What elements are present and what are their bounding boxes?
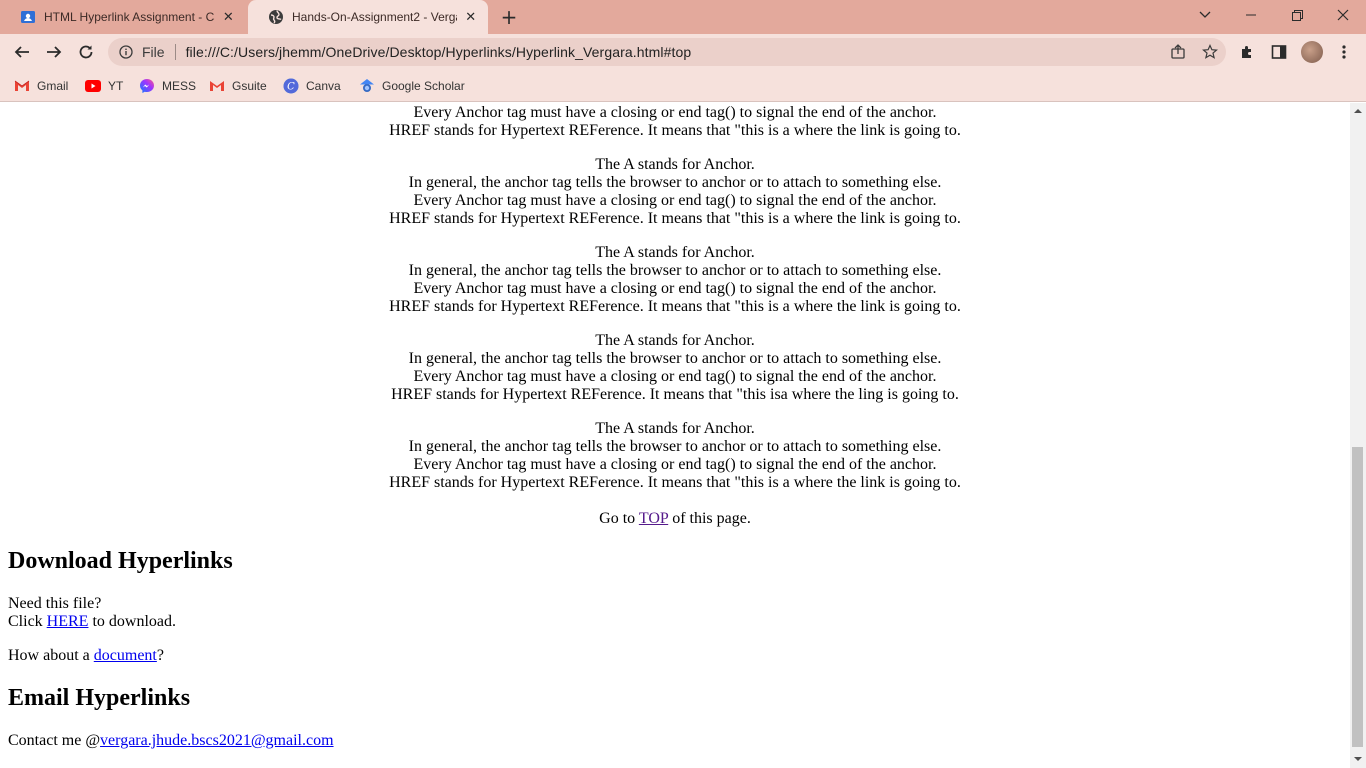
email-link[interactable]: vergara.jhude.bscs2021@gmail.com [100,732,334,749]
side-panel-icon[interactable] [1269,42,1289,62]
info-icon[interactable] [118,44,134,60]
paragraph-line: Every Anchor tag must have a closing or … [413,104,937,121]
tab-title: Hands-On-Assignment2 - Vergara [292,10,458,24]
extensions-puzzle-icon[interactable] [1237,42,1257,62]
scholar-icon [359,78,375,94]
anchor-paragraph: The A stands for Anchor. In general, the… [0,244,1350,316]
globe-icon [268,9,284,25]
new-tab-button[interactable]: + [497,7,521,27]
bookmark-mess[interactable]: MESS [139,77,196,95]
url-text[interactable]: file:///C:/Users/jhemm/OneDrive/Desktop/… [186,44,692,60]
paragraph-line: The A stands for Anchor. [595,332,755,349]
paragraph-line: The A stands for Anchor. [595,244,755,261]
anchor-paragraph: The A stands for Anchor. In general, the… [0,332,1350,404]
reload-icon[interactable] [72,38,100,66]
profile-avatar[interactable] [1301,41,1323,63]
document-suffix: ? [156,647,164,664]
download-hyperlinks-heading: Download Hyperlinks [8,548,233,574]
document-prefix: How about a [8,647,90,664]
paragraph-line: The A stands for Anchor. [595,420,755,437]
paragraph-line: HREF stands for Hypertext REFerence. It … [389,210,961,227]
youtube-icon [85,78,101,94]
bookmark-gsuite[interactable]: Gsuite [209,77,267,95]
need-file-text: Need this file? [8,595,102,612]
tab-strip: HTML Hyperlink Assignment - CS ✕ Hands-O… [0,0,1366,34]
paragraph-line: In general, the anchor tag tells the bro… [408,262,942,279]
bookmark-label: Google Scholar [382,79,465,93]
tab-hands-on-assignment2[interactable]: Hands-On-Assignment2 - Vergara ✕ [248,0,488,34]
paragraph-line: HREF stands for Hypertext REFerence. It … [391,386,959,403]
tab-html-hyperlink-assignment[interactable]: HTML Hyperlink Assignment - CS ✕ [0,0,246,34]
divider [174,44,176,60]
bookmark-canva[interactable]: C Canva [283,77,341,95]
close-tab-icon[interactable]: ✕ [463,9,478,25]
bookmark-label: Canva [306,79,341,93]
anchor-paragraph: The A stands for Anchor. In general, the… [0,156,1350,228]
contact-prefix: Contact me @ [8,732,101,749]
scroll-up-arrow-icon[interactable] [1354,107,1362,115]
paragraph-line: HREF stands for Hypertext REFerence. It … [389,474,961,491]
classroom-icon [20,9,36,25]
restore-icon[interactable] [1274,0,1320,30]
paragraph-line: In general, the anchor tag tells the bro… [408,438,942,455]
bookmark-label: MESS [162,79,197,93]
tab-title: HTML Hyperlink Assignment - CS [44,10,215,24]
bookmark-label: Gsuite [232,79,267,93]
anchor-paragraph-partial: Every Anchor tag must have a closing or … [0,104,1350,140]
contact-line: Contact me @vergara.jhude.bscs2021@gmail… [8,732,334,750]
document-line: How about a document? [8,647,164,665]
paragraph-line: Every Anchor tag must have a closing or … [413,456,937,473]
share-icon[interactable] [1170,44,1186,63]
document-link[interactable]: document [94,647,157,664]
bookmark-label: Gmail [37,79,69,93]
paragraph-line: In general, the anchor tag tells the bro… [408,350,942,367]
paragraph-line: Every Anchor tag must have a closing or … [413,192,937,209]
close-window-icon[interactable] [1320,0,1366,30]
bookmark-yt[interactable]: YT [85,77,123,95]
close-tab-icon[interactable]: ✕ [221,9,236,25]
forward-arrow-icon[interactable] [40,38,68,66]
bookmark-google-scholar[interactable]: Google Scholar [359,77,465,95]
goto-top-suffix: of this page. [672,510,751,527]
paragraph-line: HREF stands for Hypertext REFerence. It … [389,122,961,139]
bookmark-label: YT [108,79,124,93]
chevron-down-icon[interactable] [1182,0,1228,30]
gmail-icon [209,78,225,94]
kebab-menu-icon[interactable] [1334,42,1354,62]
paragraph-line: Every Anchor tag must have a closing or … [413,368,937,385]
minimize-icon[interactable] [1228,0,1274,30]
paragraph-line: Every Anchor tag must have a closing or … [413,280,937,297]
anchor-paragraph: The A stands for Anchor. In general, the… [0,420,1350,492]
paragraph-line: The A stands for Anchor. [595,156,755,173]
scrollbar-thumb[interactable] [1352,447,1363,747]
goto-top-prefix: Go to [599,510,636,527]
bookmarks-bar: Gmail YT MESS Gsuite C Canva Google Scho… [0,70,1366,102]
gmail-icon [14,78,30,94]
click-here-line: Click HERE to download. [8,613,176,631]
address-bar[interactable]: File file:///C:/Users/jhemm/OneDrive/Des… [108,38,1226,66]
top-link[interactable]: TOP [639,510,668,527]
browser-toolbar: File file:///C:/Users/jhemm/OneDrive/Des… [0,34,1366,70]
scheme-label: File [142,44,165,60]
canva-icon: C [283,78,299,94]
svg-text:C: C [287,82,295,93]
here-download-link[interactable]: HERE [47,613,89,630]
paragraph-line: HREF stands for Hypertext REFerence. It … [389,298,961,315]
back-arrow-icon[interactable] [8,38,36,66]
click-suffix: to download. [92,613,176,630]
paragraph-line: In general, the anchor tag tells the bro… [408,174,942,191]
download-paragraph: Need this file? Click HERE to download. [8,595,176,631]
star-icon[interactable] [1202,44,1218,63]
messenger-icon [139,78,155,94]
scroll-down-arrow-icon[interactable] [1354,755,1362,763]
click-prefix: Click [8,613,43,630]
page-content: Every Anchor tag must have a closing or … [0,103,1350,768]
goto-top-line: Go to TOP of this page. [0,510,1350,528]
vertical-scrollbar[interactable] [1350,103,1366,768]
bookmark-gmail[interactable]: Gmail [14,77,68,95]
email-hyperlinks-heading: Email Hyperlinks [8,685,191,711]
